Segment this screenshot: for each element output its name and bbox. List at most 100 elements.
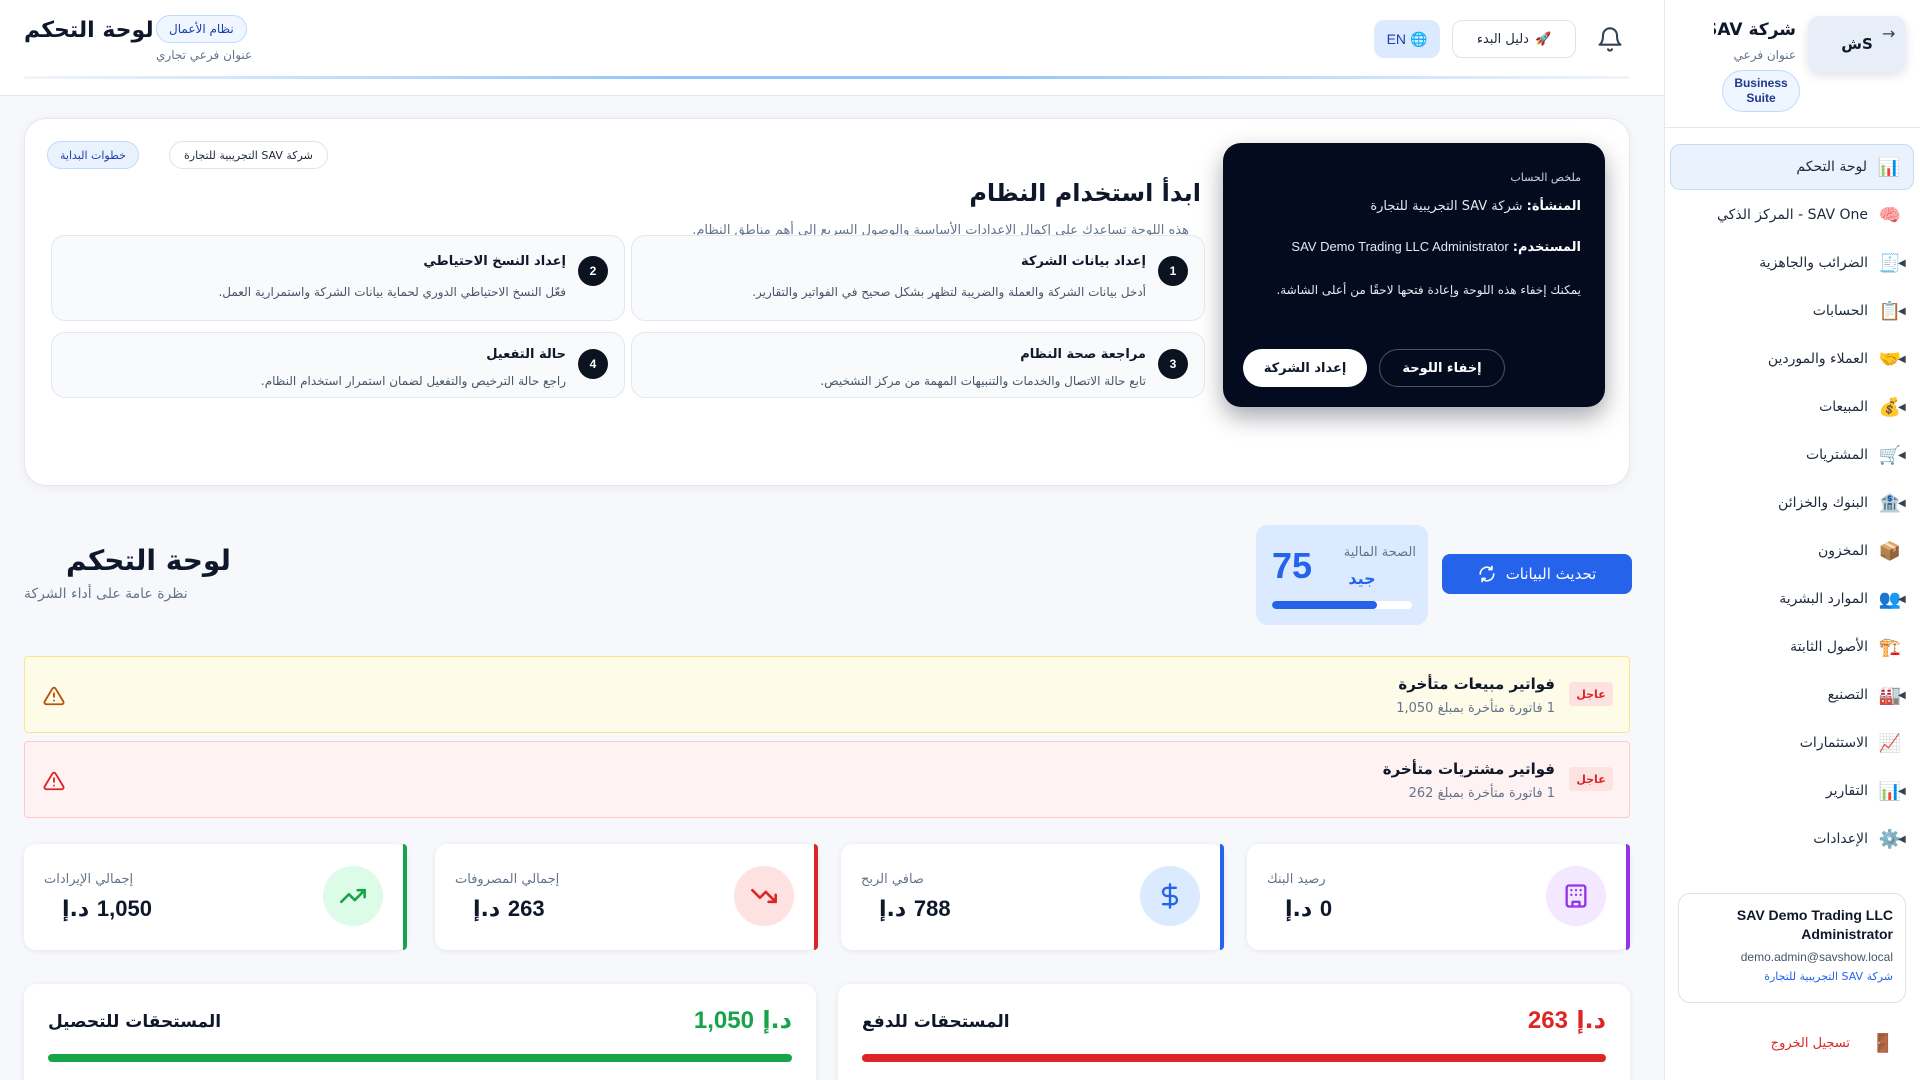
collapse-sidebar-icon[interactable]: → [1882,24,1895,43]
step-card-backup[interactable]: 2 إعداد النسخ الاحتياطي فعّل النسخ الاحت… [51,235,625,321]
alert-title: فواتير مشتريات متأخرة [1382,760,1555,778]
sidebar-item[interactable]: 🧠 SAV One - المركز الذكي [1670,192,1914,238]
expand-arrow-icon[interactable]: ◀ [1898,258,1906,269]
hide-panel-button[interactable]: إخفاء اللوحة [1379,349,1505,387]
sidebar-item[interactable]: 🧾 الضرائب والجاهزية ◀ [1670,240,1914,286]
logout-button[interactable]: 🚪 تسجيل الخروج [1678,1030,1906,1056]
sidebar-item[interactable]: 📦 المخزون [1670,528,1914,574]
sidebar-item-label: SAV One - المركز الذكي [1717,207,1868,223]
step-card-activation[interactable]: 4 حالة التفعيل راجع حالة الترخيص والتفعي… [51,332,625,398]
sidebar-item-label: الاستثمارات [1799,735,1868,751]
sidebar-item[interactable]: 🏭 التصنيع ◀ [1670,672,1914,718]
expand-arrow-icon[interactable]: ◀ [1898,690,1906,701]
financial-health-status: جيد [1348,569,1376,588]
receivables-amount: د.إ 1,050 [694,1006,792,1035]
step-card-system-health[interactable]: 3 مراجعة صحة النظام تابع حالة الاتصال وا… [631,332,1205,398]
expand-arrow-icon[interactable]: ◀ [1898,834,1906,845]
sidebar-item[interactable]: 📈 الاستثمارات [1670,720,1914,766]
kpi-value: 263 د.إ [473,896,545,922]
sidebar-item[interactable]: 💰 المبيعات ◀ [1670,384,1914,430]
kpi-value: 788 د.إ [879,896,951,922]
kpi-currency: د.إ [879,897,907,922]
user-card[interactable]: SAV Demo Trading LLC Administrator demo.… [1678,893,1906,1003]
account-company-value: شركة SAV التجريبية للتجارة [1370,199,1523,214]
kpi-accent-edge [403,844,407,950]
alert-description: 1 فاتورة متأخرة بمبلغ 1,050 [1396,701,1555,716]
logo-arabic-letter: ش [1841,35,1862,53]
kpi-label: إجمالي الإيرادات [44,872,134,887]
expand-arrow-icon[interactable]: ◀ [1898,594,1906,605]
sidebar-item[interactable]: 📋 الحسابات ◀ [1670,288,1914,334]
sidebar-item[interactable]: 🏗️ الأصول الثابتة [1670,624,1914,670]
step-description: تابع حالة الاتصال والخدمات والتنبيهات ال… [820,374,1146,388]
refresh-label: تحديث البيانات [1505,565,1597,583]
account-note: يمكنك إخفاء هذه اللوحة وإعادة فتحها لاحق… [1276,283,1581,297]
company-tag: شركة SAV التجريبية للتجارة [169,141,328,169]
sidebar-item[interactable]: 👥 الموارد البشرية ◀ [1670,576,1914,622]
top-bar: لوحة التحكم نظام الأعمال عنوان فرعي تجار… [0,0,1664,96]
kpi-label: رصيد البنك [1267,872,1326,887]
error-triangle-icon [43,771,65,791]
account-user-key: المستخدم: [1512,240,1581,255]
kpi-amount: 263 [507,896,545,921]
account-company-key: المنشأة: [1526,199,1581,214]
kpi-card-bank-balance[interactable]: رصيد البنك 0 د.إ [1247,844,1630,950]
expand-arrow-icon[interactable]: ◀ [1898,306,1906,317]
expand-arrow-icon[interactable]: ◀ [1898,354,1906,365]
sidebar-item-label: الأصول الثابتة [1790,639,1868,655]
kpi-value: 1,050 د.إ [62,896,152,922]
sidebar-item-label: المشتريات [1805,447,1868,463]
page-subtitle: عنوان فرعي تجاري [156,48,253,62]
sidebar-company-subtitle: عنوان فرعي [1733,48,1796,62]
step-description: راجع حالة الترخيص والتفعيل لضمان استمرار… [260,374,566,388]
package-icon: 📦 [1878,540,1902,562]
sidebar-item[interactable]: 🤝 العملاء والموردين ◀ [1670,336,1914,382]
sidebar-item[interactable]: 🛒 المشتريات ◀ [1670,432,1914,478]
warning-triangle-icon [43,686,65,706]
sidebar-item-label: التقارير [1825,783,1868,799]
setup-company-button[interactable]: إعداد الشركة [1243,349,1367,387]
payables-card[interactable]: المستحقات للدفع د.إ 263 [838,984,1630,1080]
receivables-card[interactable]: المستحقات للتحصيل د.إ 1,050 [24,984,816,1080]
sidebar-item-label: الحسابات [1812,303,1868,319]
step-description: فعّل النسخ الاحتياطي الدوري لحماية بيانا… [218,285,566,299]
expand-arrow-icon[interactable]: ◀ [1898,450,1906,461]
kpi-card-total-expenses[interactable]: إجمالي المصروفات 263 د.إ [435,844,818,950]
alert-overdue-sales[interactable]: عاجل فواتير مبيعات متأخرة 1 فاتورة متأخر… [24,656,1630,733]
payables-value: 263 [1527,1007,1568,1034]
refresh-data-button[interactable]: تحديث البيانات [1442,554,1632,594]
getting-started-button[interactable]: 🚀 دليل البدء [1452,20,1576,58]
rocket-icon: 🚀 [1534,31,1552,47]
sidebar-item-label: الموارد البشرية [1779,591,1868,607]
urgent-badge: عاجل [1569,767,1613,791]
language-label: EN [1386,31,1407,47]
step-number: 3 [1158,349,1188,379]
financial-health-card: الصحة المالية 75 جيد [1256,525,1428,625]
kpi-card-net-profit[interactable]: صافي الربح 788 د.إ [841,844,1224,950]
trend-down-icon [734,866,794,926]
payables-currency: د.إ [1576,1006,1606,1034]
kpi-card-total-revenue[interactable]: إجمالي الإيرادات 1,050 د.إ [24,844,407,950]
payables-bar [862,1054,1606,1062]
sidebar-item[interactable]: 📊 لوحة التحكم [1670,144,1914,190]
kpi-amount: 1,050 [96,896,152,921]
expand-arrow-icon[interactable]: ◀ [1898,498,1906,509]
step-title: حالة التفعيل [486,347,566,362]
financial-health-label: الصحة المالية [1343,545,1416,560]
kpi-amount: 788 [913,896,951,921]
expand-arrow-icon[interactable]: ◀ [1898,786,1906,797]
sidebar-nav: 📊 لوحة التحكم 🧠 SAV One - المركز الذكي 🧾 الضر… [1664,144,1920,870]
language-toggle[interactable]: 🌐 EN [1374,20,1440,58]
sidebar-item[interactable]: ⚙️ الإعدادات ◀ [1670,816,1914,862]
logo-letter: S [1861,35,1873,53]
logout-label: تسجيل الخروج [1770,1035,1850,1051]
expand-arrow-icon[interactable]: ◀ [1898,402,1906,413]
sidebar-item[interactable]: 🏦 البنوك والخزائن ◀ [1670,480,1914,526]
sidebar-item[interactable]: 📊 التقارير ◀ [1670,768,1914,814]
kpi-currency: د.إ [62,897,90,922]
alert-overdue-purchases[interactable]: عاجل فواتير مشتريات متأخرة 1 فاتورة متأخ… [24,741,1630,818]
bell-icon[interactable] [1596,26,1624,54]
receivables-title: المستحقات للتحصيل [48,1012,222,1032]
step-card-company-setup[interactable]: 1 إعداد بيانات الشركة أدخل بيانات الشركة… [631,235,1205,321]
financial-health-score: 75 [1272,545,1313,586]
